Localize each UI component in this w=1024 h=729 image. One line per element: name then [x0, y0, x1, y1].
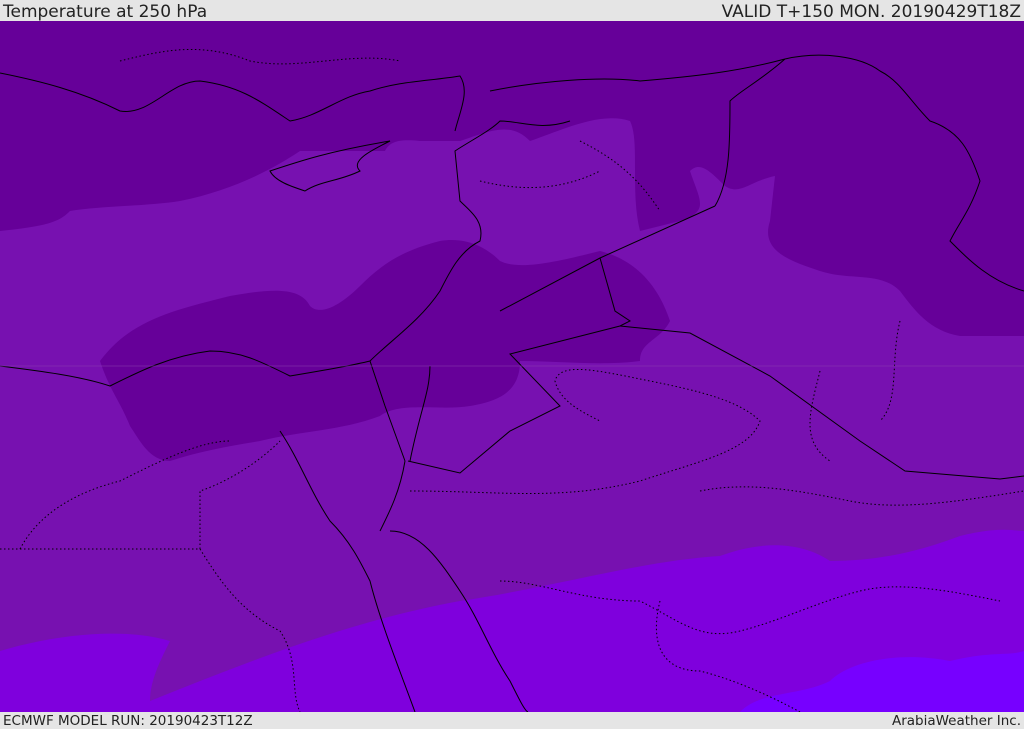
map-title: Temperature at 250 hPa [3, 2, 208, 22]
header-bar: Temperature at 250 hPa VALID T+150 MON. … [0, 0, 1024, 21]
valid-time: VALID T+150 MON. 20190429T18Z [721, 2, 1021, 22]
temperature-map [0, 21, 1024, 712]
footer-bar: ECMWF MODEL RUN: 20190423T12Z ArabiaWeat… [0, 712, 1024, 729]
credit: ArabiaWeather Inc. [891, 713, 1021, 729]
model-run: ECMWF MODEL RUN: 20190423T12Z [3, 713, 253, 729]
